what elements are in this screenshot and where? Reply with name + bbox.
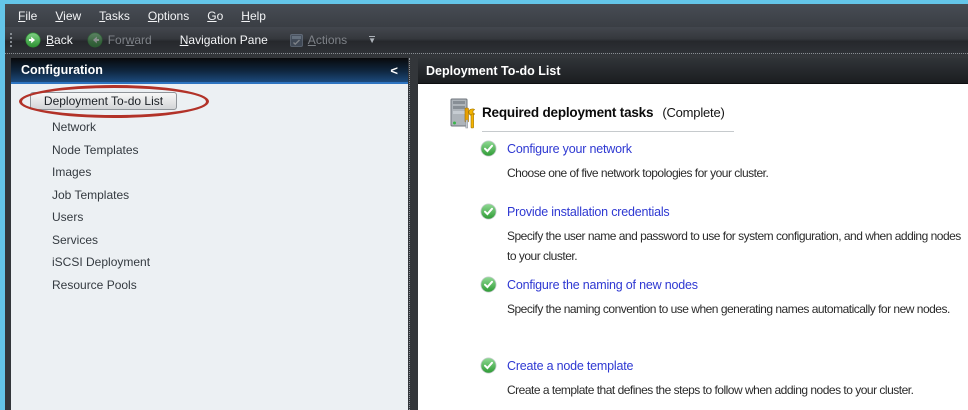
forward-button[interactable]: Forward bbox=[80, 30, 159, 50]
task-naming-new-nodes: Configure the naming of new nodes Specif… bbox=[480, 276, 950, 319]
configuration-panel: Configuration < Deployment To-do List Ne… bbox=[11, 58, 408, 410]
toolbar-grip[interactable] bbox=[9, 32, 14, 48]
back-label: Back bbox=[46, 33, 73, 47]
task-link-configure-network[interactable]: Configure your network bbox=[507, 142, 632, 156]
section-status: (Complete) bbox=[662, 105, 725, 120]
sidebar-item-network[interactable]: Network bbox=[11, 116, 408, 139]
sidebar-item-resource-pools[interactable]: Resource Pools bbox=[11, 274, 408, 297]
window-border-left bbox=[0, 0, 5, 410]
window-border-top bbox=[0, 0, 968, 4]
task-complete-icon bbox=[480, 140, 497, 157]
menu-tasks[interactable]: Tasks bbox=[90, 6, 139, 26]
actions-button[interactable]: Actions bbox=[283, 31, 354, 49]
task-configure-network: Configure your network Choose one of fiv… bbox=[480, 140, 769, 183]
sidebar-item-iscsi-deployment[interactable]: iSCSI Deployment bbox=[11, 251, 408, 274]
task-installation-credentials: Provide installation credentials Specify… bbox=[480, 203, 962, 266]
forward-icon bbox=[87, 32, 103, 48]
detail-panel-header: Deployment To-do List bbox=[418, 58, 968, 84]
sidebar-item-services[interactable]: Services bbox=[11, 229, 408, 252]
configuration-nav-list: Deployment To-do List Network Node Templ… bbox=[11, 84, 408, 410]
section-title: Required deployment tasks bbox=[482, 105, 654, 120]
menu-go[interactable]: Go bbox=[198, 6, 232, 26]
menu-bar: File View Tasks Options Go Help bbox=[5, 4, 968, 27]
menu-view[interactable]: View bbox=[46, 6, 90, 26]
sidebar-item-images[interactable]: Images bbox=[11, 161, 408, 184]
toolbar-overflow-icon[interactable]: ▼ bbox=[368, 36, 376, 45]
configuration-panel-title: Configuration bbox=[21, 63, 103, 77]
task-link-naming-new-nodes[interactable]: Configure the naming of new nodes bbox=[507, 278, 698, 292]
task-complete-icon bbox=[480, 276, 497, 293]
todo-list-content: Required deployment tasks (Complete) Con… bbox=[418, 84, 968, 410]
detail-panel-title: Deployment To-do List bbox=[426, 63, 561, 78]
toolbar-divider bbox=[5, 53, 968, 54]
collapse-panel-icon[interactable]: < bbox=[390, 63, 398, 78]
panel-splitter[interactable] bbox=[409, 58, 410, 410]
toolbar: Back Forward Navigation Pane Actions ▼ bbox=[5, 27, 968, 53]
detail-panel: Deployment To-do List Required deploymen… bbox=[418, 58, 968, 410]
task-desc-installation-credentials: Specify the user name and password to us… bbox=[507, 229, 961, 263]
configuration-panel-header: Configuration < bbox=[11, 58, 408, 84]
actions-label: Actions bbox=[307, 33, 348, 47]
server-with-tools-icon bbox=[450, 98, 476, 129]
sidebar-item-job-templates[interactable]: Job Templates bbox=[11, 184, 408, 207]
back-icon bbox=[25, 32, 41, 48]
task-create-node-template: Create a node template Create a template… bbox=[480, 357, 914, 400]
menu-file[interactable]: File bbox=[9, 6, 46, 26]
menu-options[interactable]: Options bbox=[139, 6, 198, 26]
task-desc-configure-network: Choose one of five network topologies fo… bbox=[507, 166, 769, 180]
navigation-pane-button[interactable]: Navigation Pane bbox=[173, 31, 275, 49]
section-divider bbox=[482, 131, 734, 132]
sidebar-item-deployment-todo-list[interactable]: Deployment To-do List bbox=[30, 92, 177, 110]
task-complete-icon bbox=[480, 203, 497, 220]
navigation-pane-label: Navigation Pane bbox=[179, 33, 268, 47]
sidebar-item-users[interactable]: Users bbox=[11, 206, 408, 229]
task-link-create-node-template[interactable]: Create a node template bbox=[507, 359, 633, 373]
actions-icon bbox=[289, 33, 303, 47]
menu-help[interactable]: Help bbox=[232, 6, 275, 26]
task-desc-create-node-template: Create a template that defines the steps… bbox=[507, 383, 914, 397]
task-link-installation-credentials[interactable]: Provide installation credentials bbox=[507, 205, 670, 219]
back-button[interactable]: Back bbox=[18, 30, 80, 50]
sidebar-item-node-templates[interactable]: Node Templates bbox=[11, 139, 408, 162]
task-desc-naming-new-nodes: Specify the naming convention to use whe… bbox=[507, 302, 950, 316]
task-complete-icon bbox=[480, 357, 497, 374]
forward-label: Forward bbox=[107, 33, 152, 47]
